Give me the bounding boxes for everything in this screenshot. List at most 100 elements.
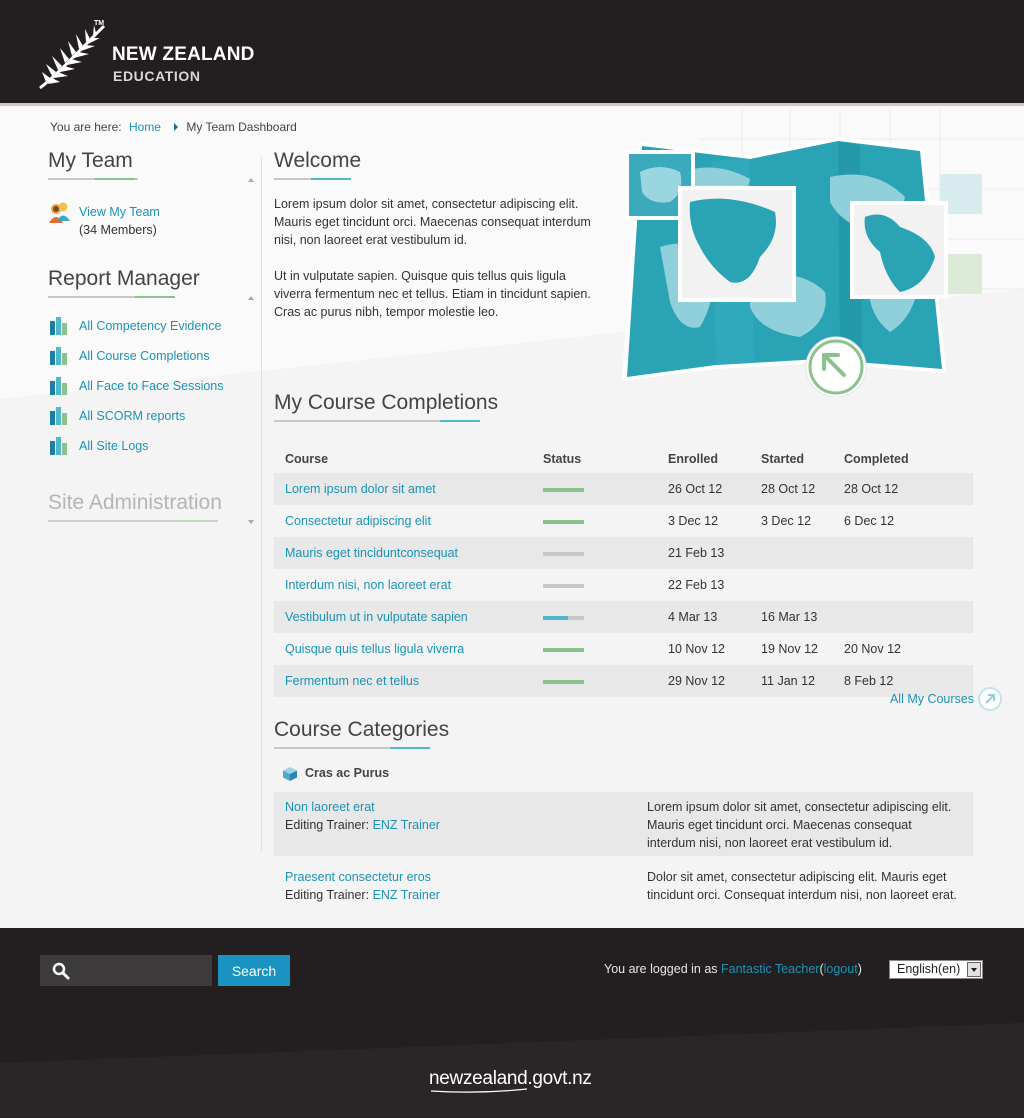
enrolled-date: 3 Dec 12 xyxy=(668,514,719,528)
course-link[interactable]: Quisque quis tellus ligula viverra xyxy=(285,642,464,656)
category-course-row: Non laoreet erat Editing Trainer: ENZ Tr… xyxy=(274,792,973,856)
cube-icon xyxy=(283,767,297,781)
progress-fill xyxy=(543,487,584,492)
language-select[interactable]: English(en) xyxy=(889,960,983,979)
enrolled-date-cell: 3 Dec 12 xyxy=(657,505,750,537)
title-underline xyxy=(274,747,974,750)
team-member-count: (34 Members) xyxy=(79,223,157,237)
table-row: Consectetur adipiscing elit 3 Dec 12 3 Dec… xyxy=(274,505,973,537)
view-my-team-link[interactable]: View My Team xyxy=(79,205,160,219)
progress-bar xyxy=(543,583,584,588)
table-row: Interdum nisi, non laoreet erat 22 Feb 13 xyxy=(274,569,973,601)
all-my-courses-link-wrap: All My Courses xyxy=(890,687,1002,711)
login-info: You are logged in as Fantastic Teacher(l… xyxy=(604,962,862,976)
table-row: Quisque quis tellus ligula viverra 10 Nov… xyxy=(274,633,973,665)
table-row: Mauris eget tinciduntconsequat 21 Feb 13 xyxy=(274,537,973,569)
logout-link[interactable]: logout xyxy=(824,962,858,976)
nz-govt-logo[interactable]: newzealand.govt.nz xyxy=(429,1068,592,1093)
progress-fill xyxy=(543,615,568,620)
course-rows: Lorem ipsum dolor sit amet 26 Oct 12 28 Oc… xyxy=(274,473,973,697)
logged-in-prefix: You are logged in as xyxy=(604,962,718,976)
report-item[interactable]: All Competency Evidence xyxy=(48,317,254,347)
report-link[interactable]: All Course Completions xyxy=(79,349,210,363)
report-item[interactable]: All Face to Face Sessions xyxy=(48,377,254,407)
column-header-status[interactable]: Status xyxy=(532,445,657,473)
column-header-enrolled[interactable]: Enrolled xyxy=(657,445,750,473)
course-link-cell: Lorem ipsum dolor sit amet xyxy=(274,473,532,505)
category-course-link[interactable]: Non laoreet erat xyxy=(285,800,375,814)
category-course-link[interactable]: Praesent consectetur eros xyxy=(285,870,431,884)
course-link[interactable]: Mauris eget tinciduntconsequat xyxy=(285,546,458,560)
dropdown-arrow-icon[interactable] xyxy=(967,962,981,977)
started-date-cell: 19 Nov 12 xyxy=(750,633,833,665)
govt-logo-swoosh xyxy=(430,1088,528,1093)
nz-education-logo[interactable]: TM NEW ZEALAND EDUCATION xyxy=(38,20,268,90)
progress-bar xyxy=(543,551,584,556)
table-row: Lorem ipsum dolor sit amet 26 Oct 12 28 Oc… xyxy=(274,473,973,505)
started-date: 28 Oct 12 xyxy=(761,482,816,496)
report-link[interactable]: All Site Logs xyxy=(79,439,148,453)
table-header-row: Course Status Enrolled Started Completed xyxy=(274,445,973,473)
search-button[interactable]: Search xyxy=(218,955,290,986)
title-underline xyxy=(274,420,974,423)
title-underline xyxy=(48,520,254,523)
trainer-link[interactable]: ENZ Trainer xyxy=(373,818,440,832)
course-link[interactable]: Consectetur adipiscing elit xyxy=(285,514,431,528)
course-link-cell: Interdum nisi, non laoreet erat xyxy=(274,569,532,601)
bar-chart-icon xyxy=(50,317,67,335)
my-team-block-title: My Team xyxy=(48,149,254,182)
user-profile-link[interactable]: Fantastic Teacher xyxy=(721,962,819,976)
status-cell xyxy=(532,473,657,505)
enrolled-date: 26 Oct 12 xyxy=(668,482,723,496)
enrolled-date: 21 Feb 13 xyxy=(668,546,725,560)
breadcrumb-current: My Team Dashboard xyxy=(186,120,297,134)
completed-date-cell xyxy=(833,601,973,633)
report-link[interactable]: All Competency Evidence xyxy=(79,319,221,333)
course-link[interactable]: Interdum nisi, non laoreet erat xyxy=(285,578,451,592)
course-categories-block: Course Categories Cras ac Purus Non laor… xyxy=(274,718,974,926)
column-header-started[interactable]: Started xyxy=(750,445,833,473)
report-item[interactable]: All SCORM reports xyxy=(48,407,254,437)
column-header-completed[interactable]: Completed xyxy=(833,445,973,473)
report-link[interactable]: All SCORM reports xyxy=(79,409,185,423)
arrow-up-right-icon[interactable] xyxy=(977,686,1003,712)
title-underline xyxy=(48,178,254,181)
site-admin-block-title[interactable]: Site Administration xyxy=(48,491,254,524)
status-cell xyxy=(532,537,657,569)
welcome-paragraph-1: Lorem ipsum dolor sit amet, consectetur … xyxy=(274,197,591,247)
trainer-link[interactable]: ENZ Trainer xyxy=(373,888,440,902)
govt-logo-text: newzealand.govt.nz xyxy=(429,1068,592,1089)
completed-date: 8 Feb 12 xyxy=(844,674,894,688)
site-admin-title: Site Administration xyxy=(48,491,222,514)
all-my-courses-link[interactable]: All My Courses xyxy=(890,692,974,706)
progress-bar xyxy=(543,519,584,524)
course-link[interactable]: Lorem ipsum dolor sit amet xyxy=(285,482,436,496)
course-link[interactable]: Vestibulum ut in vulputate sapien xyxy=(285,610,468,624)
logo-line-1: NEW ZEALAND xyxy=(112,44,255,65)
enrolled-date-cell: 4 Mar 13 xyxy=(657,601,750,633)
report-link[interactable]: All Face to Face Sessions xyxy=(79,379,224,393)
category-group-header[interactable]: Cras ac Purus xyxy=(274,764,974,784)
started-date-cell xyxy=(750,537,833,569)
enrolled-date-cell: 10 Nov 12 xyxy=(657,633,750,665)
table-row: Vestibulum ut in vulputate sapien 4 Mar 1… xyxy=(274,601,973,633)
breadcrumb-home-link[interactable]: Home xyxy=(129,120,161,134)
progress-bar xyxy=(543,647,584,652)
title-underline xyxy=(274,178,594,181)
report-item[interactable]: All Site Logs xyxy=(48,437,254,467)
view-team-row: View My Team (34 Members) xyxy=(48,201,254,241)
bar-chart-icon xyxy=(50,407,67,425)
column-header-course[interactable]: Course xyxy=(274,445,532,473)
bar-chart-icon xyxy=(50,347,67,365)
report-item[interactable]: All Course Completions xyxy=(48,347,254,377)
enrolled-date-cell: 21 Feb 13 xyxy=(657,537,750,569)
completed-date-cell xyxy=(833,569,973,601)
started-date-cell: 11 Jan 12 xyxy=(750,665,833,697)
course-link[interactable]: Fermentum nec et tellus xyxy=(285,674,419,688)
status-cell xyxy=(532,665,657,697)
category-course-description: Lorem ipsum dolor sit amet, consectetur … xyxy=(647,800,952,850)
search-icon xyxy=(52,962,70,980)
welcome-block: Welcome Lorem ipsum dolor sit amet, cons… xyxy=(274,149,594,321)
status-cell xyxy=(532,505,657,537)
team-people-icon xyxy=(49,202,70,223)
